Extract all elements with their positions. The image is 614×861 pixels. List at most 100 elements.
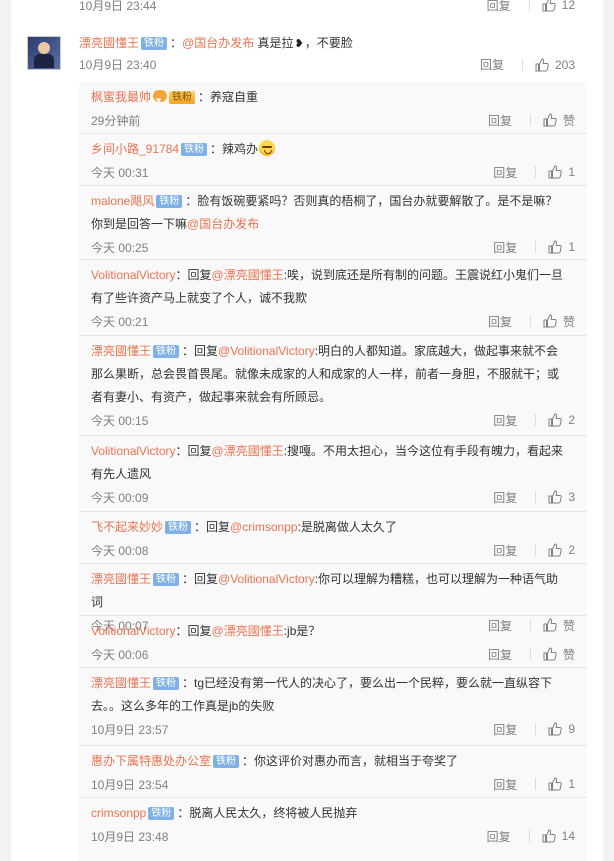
reply-button[interactable]: 回复: [487, 828, 511, 845]
comment-time: 10月9日 23:44: [79, 0, 157, 13]
fan-badge[interactable]: 铁粉: [153, 677, 180, 690]
reply-author[interactable]: VolitionalVictory: [91, 268, 176, 282]
reply-time: 今天 00:31: [91, 165, 149, 180]
fan-badge[interactable]: 铁粉: [169, 91, 196, 104]
like-count: 3: [568, 490, 575, 504]
reply-author[interactable]: 乡间小路_91784: [91, 142, 179, 156]
main-comment-meta: 10月9日 23:40 回复 203: [79, 56, 575, 73]
like-button[interactable]: 1: [548, 240, 575, 254]
reply-item: crimsonpp 铁粉 ：脱离人民太久，终将被人民抛弃 10月9日 23:48 回…: [91, 806, 575, 845]
face-emoji-icon: [259, 140, 276, 156]
reply-button[interactable]: 回复: [493, 164, 517, 181]
fan-badge[interactable]: 铁粉: [165, 521, 192, 534]
thumbs-up-icon: [548, 240, 563, 254]
like-count: 14: [561, 829, 575, 843]
action-divider: [528, 0, 530, 11]
fan-badge[interactable]: 铁粉: [156, 195, 183, 208]
reply-time: 10月9日 23:48: [91, 829, 169, 844]
reply-button[interactable]: 回复: [493, 776, 517, 793]
thumbs-up-icon: [543, 113, 557, 127]
reply-item: 漂亮國懂王 铁粉 ：回复@VolitionalVictory:你可以理解为糟糕，也可…: [79, 564, 587, 633]
like-button[interactable]: 2: [548, 543, 575, 557]
like-count: 赞: [562, 113, 575, 128]
reply-author[interactable]: VolitionalVictory: [91, 444, 176, 458]
like-count: 9: [568, 722, 575, 736]
thumbs-up-icon: [542, 0, 556, 12]
reply-item: VolitionalVictory：回复@漂亮國懂王:搜嘎。不用太担心，当今这位…: [79, 436, 587, 512]
reply-item: 枫蜜我最帅铁粉：养寇自重 29分钟前 回复 赞: [79, 82, 587, 134]
reply-button[interactable]: 回复: [493, 239, 517, 256]
reply-author[interactable]: 枫蜜我最帅: [91, 90, 151, 104]
reply-author[interactable]: 漂亮國懂王: [91, 344, 151, 358]
reply-button[interactable]: 回复: [493, 489, 517, 506]
reply-button[interactable]: 回复: [493, 412, 517, 429]
like-count: 2: [568, 413, 575, 427]
reply-time: 10月9日 23:57: [91, 722, 169, 737]
reply-author[interactable]: 飞不起来妙妙: [91, 520, 163, 534]
fan-badge[interactable]: 铁粉: [141, 37, 168, 50]
like-button[interactable]: 12: [542, 0, 575, 12]
vip-heart-icon: [153, 89, 168, 112]
fan-badge[interactable]: 铁粉: [153, 573, 180, 586]
reply-button[interactable]: 回复: [488, 112, 512, 129]
reply-button[interactable]: 回复: [487, 0, 511, 14]
thumbs-up-icon: [548, 722, 563, 736]
reply-author[interactable]: crimsonpp: [91, 806, 146, 820]
thumbs-up-icon: [548, 543, 563, 557]
like-button[interactable]: 9: [548, 722, 575, 736]
reply-author[interactable]: malone飓风: [91, 194, 154, 208]
reply-time: 今天 00:09: [91, 490, 149, 505]
reply-button[interactable]: 回复: [493, 721, 517, 738]
avatar[interactable]: [27, 36, 61, 70]
comment-author[interactable]: 漂亮國懂王: [79, 36, 139, 50]
reply-item: malone飓风 铁粉 ：脸有饭碗要紧吗？否则真的梧桐了，国台办就要解散了。是不是嘛…: [79, 186, 587, 260]
mention-link[interactable]: @crimsonpp: [230, 520, 298, 534]
mention-link[interactable]: @VolitionalVictory: [218, 572, 315, 586]
reply-button[interactable]: 回复: [488, 646, 512, 663]
reply-author[interactable]: 漂亮國懂王: [91, 572, 151, 586]
reply-author[interactable]: 漂亮國懂王: [91, 676, 151, 690]
like-button[interactable]: 赞: [543, 646, 575, 663]
comment-time: 10月9日 23:40: [79, 58, 157, 72]
like-button[interactable]: 2: [548, 413, 575, 427]
like-button[interactable]: 203: [535, 58, 575, 72]
like-count: 2: [568, 543, 575, 557]
comment-card: 10月9日 23:44 回复 12 漂亮國懂王 铁粉 ：@国台办发布 真是拉❥，不要…: [11, 0, 603, 861]
fan-badge[interactable]: 铁粉: [181, 143, 208, 156]
mention-link[interactable]: @VolitionalVictory: [218, 344, 315, 358]
reply-button[interactable]: 回复: [488, 313, 512, 330]
like-button[interactable]: 1: [548, 165, 575, 179]
fan-badge[interactable]: 铁粉: [153, 345, 180, 358]
mention-link[interactable]: @漂亮國懂王: [212, 624, 284, 638]
reply-button[interactable]: 回复: [493, 542, 517, 559]
previous-comment-meta: 10月9日 23:44 回复 12: [79, 0, 575, 16]
fan-badge[interactable]: 铁粉: [148, 807, 175, 820]
reply-time: 今天 00:25: [91, 240, 149, 255]
reply-item: 漂亮國懂王 铁粉 ：回复@VolitionalVictory:明白的人都知道。家底越…: [79, 336, 587, 436]
thumbs-up-icon: [548, 165, 563, 179]
reply-item: 惠办下属特惠处办公室 铁粉 ：你这评价对惠办而言，就相当于夸奖了 10月9日 23:…: [79, 746, 587, 798]
like-button[interactable]: 14: [542, 829, 575, 843]
reply-author[interactable]: 惠办下属特惠处办公室: [91, 754, 211, 768]
like-button[interactable]: 1: [548, 777, 575, 791]
reply-item: VolitionalVictory：回复@漂亮國懂王:唉，说到底还是所有制的问题…: [79, 260, 587, 336]
like-button[interactable]: 赞: [543, 112, 575, 129]
reply-button[interactable]: 回复: [480, 56, 504, 73]
comment-actions: 回复 203: [480, 56, 575, 73]
mention-link[interactable]: @漂亮國懂王: [212, 268, 284, 282]
like-button[interactable]: 3: [548, 490, 575, 504]
like-count: 1: [568, 165, 575, 179]
fan-badge[interactable]: 铁粉: [213, 755, 240, 768]
thumbs-up-icon: [543, 647, 557, 661]
thumbs-up-icon: [535, 57, 549, 71]
reply-time: 10月9日 23:54: [91, 777, 169, 792]
reply-time: 今天 00:21: [91, 314, 149, 329]
like-button[interactable]: 赞: [543, 313, 575, 330]
reply-item: VolitionalVictory：回复@漂亮國懂王:jb是？ 今天 00:06…: [79, 616, 587, 668]
mention-link[interactable]: @漂亮國懂王: [212, 444, 284, 458]
mention-link[interactable]: @国台办发布: [187, 217, 259, 231]
thumbs-up-icon: [548, 490, 563, 504]
like-count: 1: [568, 240, 575, 254]
mention-link[interactable]: @国台办发布: [182, 36, 254, 50]
reply-author[interactable]: VolitionalVictory: [91, 624, 176, 638]
